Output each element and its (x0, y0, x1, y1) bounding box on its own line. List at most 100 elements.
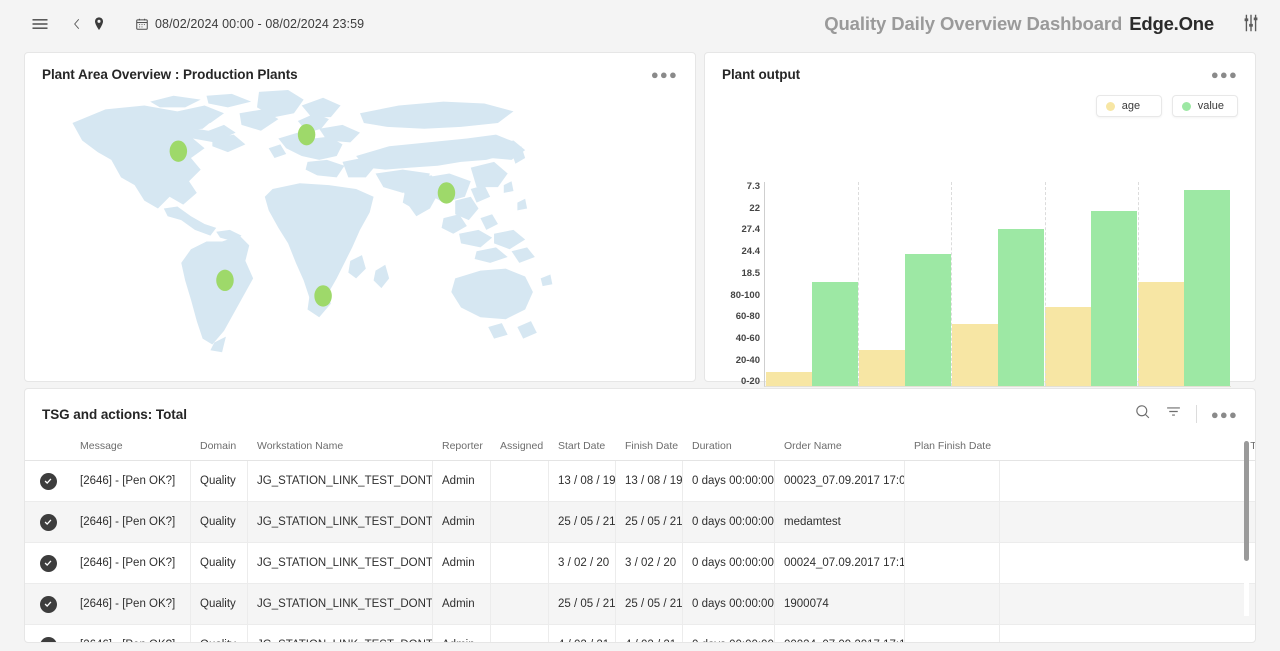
cell-msg: [2646] - [Pen OK?] (71, 584, 191, 624)
y-axis-tick-labels: 7.3 22 27.4 24.4 18.5 80-100 60-80 40-60 20-40 0-… (705, 182, 760, 387)
top-bar: 08/02/2024 00:00 - 08/02/2024 23:59 Qual… (0, 0, 1280, 47)
more-options-icon[interactable]: ●●● (1211, 68, 1238, 81)
more-options-icon[interactable]: ●●● (651, 68, 678, 81)
cell-pfd (905, 461, 1000, 501)
cell-ord: 00024_07.09.2017 17:10:27 (775, 625, 905, 642)
cell-dom: Quality (191, 584, 248, 624)
world-map[interactable] (25, 82, 695, 364)
check-circle-icon[interactable] (39, 554, 57, 572)
bar-group (951, 182, 1044, 386)
more-options-icon[interactable]: ●●● (1211, 408, 1238, 421)
chevron-left-icon[interactable] (66, 12, 88, 36)
cell-ws: JG_STATION_LINK_TEST_DONT_DEL_4 (248, 625, 433, 642)
cell-rep: Admin (433, 502, 491, 542)
cell-chk (25, 502, 71, 542)
y-tick: 80-100 (730, 289, 760, 301)
table-header-asg[interactable]: Assigned (491, 431, 549, 460)
cell-msg: [2646] - [Pen OK?] (71, 543, 191, 583)
legend-item-age[interactable]: age (1095, 95, 1162, 117)
cell-chk (25, 584, 71, 624)
marker-europe[interactable] (297, 123, 316, 146)
cell-asg (491, 543, 549, 583)
cell-rep: Admin (433, 584, 491, 624)
legend-item-value[interactable]: value (1171, 95, 1238, 117)
y-tick: 18.5 (741, 267, 761, 279)
hamburger-icon[interactable] (26, 10, 54, 38)
cell-dom: Quality (191, 502, 248, 542)
bar-value-20-40[interactable] (904, 253, 951, 386)
marker-south-africa[interactable] (314, 285, 332, 307)
search-icon[interactable] (1134, 403, 1151, 425)
dashboard-title: Quality Daily Overview Dashboard Edge.On… (824, 0, 1214, 47)
date-range-picker[interactable]: 08/02/2024 00:00 - 08/02/2024 23:59 (135, 17, 364, 31)
cell-msg: [2646] - [Pen OK?] (71, 502, 191, 542)
table-header-rep[interactable]: Reporter (433, 431, 491, 460)
cell-type: TS (1000, 461, 1255, 501)
cell-ord: 1900074 (775, 584, 905, 624)
marker-north-america[interactable] (169, 140, 188, 162)
table-scrollbar[interactable] (1244, 441, 1249, 616)
y-tick: 60-80 (735, 311, 760, 323)
cell-rep: Admin (433, 543, 491, 583)
cell-pfd (905, 502, 1000, 542)
table-header-chk[interactable] (25, 431, 71, 460)
cell-pfd (905, 543, 1000, 583)
check-circle-icon[interactable] (39, 595, 57, 613)
table-row[interactable]: [2646] - [Pen OK?]QualityJG_STATION_LINK… (25, 584, 1255, 625)
cell-dur: 0 days 00:00:00 (683, 584, 775, 624)
table-header-fd[interactable]: Finish Date (616, 431, 683, 460)
cell-dur: 0 days 00:00:00 (683, 543, 775, 583)
y-tick: 40-60 (735, 333, 760, 345)
cell-fd: 25 / 05 / 21 (616, 502, 683, 542)
marker-east-asia[interactable] (437, 182, 456, 204)
table-scroll-region[interactable]: Message Domain Workstation Name Reporter Ass… (25, 431, 1255, 642)
scrollbar-thumb[interactable] (1244, 441, 1249, 561)
y-tick: 7.3 (746, 181, 760, 192)
table-row[interactable]: [2646] - [Pen OK?]QualityJG_STATION_LINK… (25, 543, 1255, 584)
bar-age-80-100[interactable] (1138, 282, 1185, 386)
table-header-type[interactable]: Type (1000, 431, 1255, 460)
table-row[interactable]: [2646] - [Pen OK?]QualityJG_STATION_LINK… (25, 502, 1255, 543)
table-row[interactable]: [2646] - [Pen OK?]QualityJG_STATION_LINK… (25, 625, 1255, 642)
table-header-sd[interactable]: Start Date (549, 431, 616, 460)
check-circle-icon[interactable] (39, 636, 57, 642)
cell-asg (491, 502, 549, 542)
cell-dur: 0 days 00:00:00 (683, 461, 775, 501)
table-row[interactable]: [2646] - [Pen OK?]QualityJG_STATION_LINK… (25, 461, 1255, 502)
table-header-ord[interactable]: Order Name (775, 431, 905, 460)
bar-value-0-20[interactable] (811, 282, 858, 386)
table-header-dom[interactable]: Domain (191, 431, 248, 460)
cell-dom: Quality (191, 625, 248, 642)
cell-fd: 25 / 05 / 21 (616, 584, 683, 624)
bar-value-80-100[interactable] (1184, 189, 1231, 386)
sliders-icon[interactable] (1240, 12, 1262, 34)
bar-group (858, 182, 951, 386)
bar-chart: 7.3 22 27.4 24.4 18.5 80-100 60-80 40-60 20-40 0-… (705, 128, 1257, 408)
table-header-dur[interactable]: Duration (683, 431, 775, 460)
filter-icon[interactable] (1165, 403, 1182, 425)
map-card-title: Plant Area Overview : Production Plants (42, 67, 298, 82)
bar-age-0-20[interactable] (765, 371, 812, 386)
cell-ws: JG_STATION_LINK_TEST_DONT_DEL_4 (248, 502, 433, 542)
table-header-pfd[interactable]: Plan Finish Date (905, 431, 1000, 460)
cell-fd: 13 / 08 / 19 (616, 461, 683, 501)
y-tick: 20-40 (735, 354, 760, 366)
table-header-ws[interactable]: Workstation Name (248, 431, 433, 460)
bar-value-60-80[interactable] (1091, 211, 1138, 386)
cell-rep: Admin (433, 625, 491, 642)
cell-sd: 13 / 08 / 19 (549, 461, 616, 501)
table-header-msg[interactable]: Message (71, 431, 191, 460)
check-circle-icon[interactable] (39, 472, 57, 490)
check-circle-icon[interactable] (39, 513, 57, 531)
bar-age-60-80[interactable] (1045, 307, 1092, 386)
location-pin-icon[interactable] (88, 12, 110, 36)
bar-age-20-40[interactable] (858, 349, 905, 386)
date-range-text: 08/02/2024 00:00 - 08/02/2024 23:59 (155, 16, 365, 31)
cell-type: TS (1000, 502, 1255, 542)
bar-group (765, 182, 858, 386)
bar-value-40-60[interactable] (998, 228, 1044, 386)
cell-rep: Admin (433, 461, 491, 501)
marker-south-america[interactable] (216, 269, 234, 292)
cell-sd: 25 / 05 / 21 (549, 584, 616, 624)
bar-age-40-60[interactable] (952, 324, 998, 386)
